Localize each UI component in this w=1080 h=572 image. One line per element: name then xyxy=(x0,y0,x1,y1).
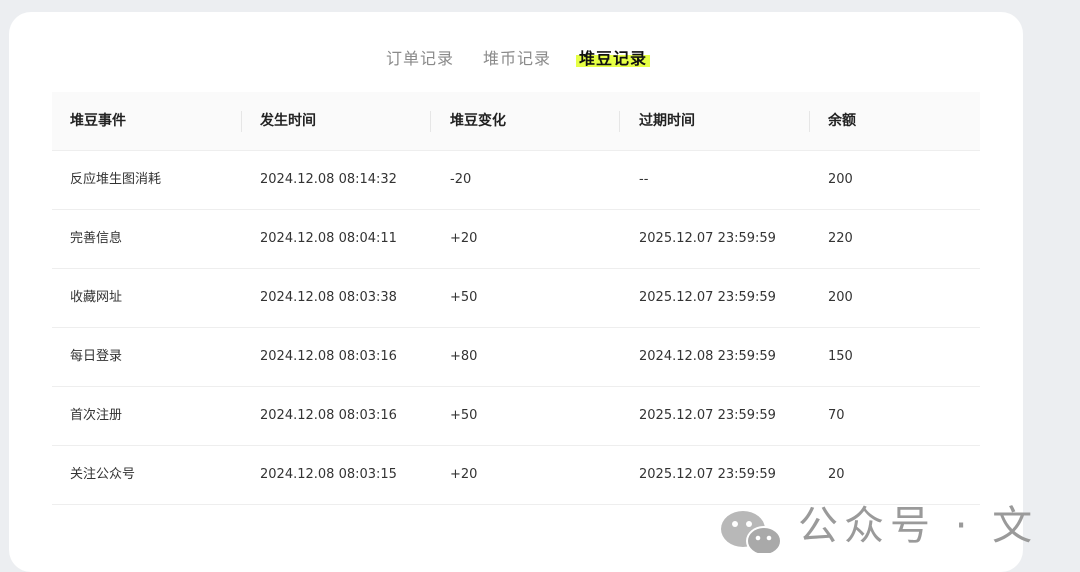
cell-expire: 2025.12.07 23:59:59 xyxy=(639,290,776,305)
cell-change: +80 xyxy=(450,349,478,364)
cell-event: 反应堆生图消耗 xyxy=(70,172,162,187)
column-divider xyxy=(619,111,620,132)
wechat-watermark: 公众号 · 文 xyxy=(716,503,1080,563)
cell-change: +20 xyxy=(450,231,478,246)
table-row: 关注公众号 2024.12.08 08:03:15 +20 2025.12.07… xyxy=(52,446,980,505)
cell-balance: 200 xyxy=(828,290,853,305)
table-header: 堆豆事件 发生时间 堆豆变化 过期时间 余额 xyxy=(52,92,980,151)
table-row: 首次注册 2024.12.08 08:03:16 +50 2025.12.07 … xyxy=(52,387,980,446)
column-header-event: 堆豆事件 xyxy=(70,113,126,129)
record-tabs: 订单记录 堆币记录 堆豆记录 xyxy=(9,46,1023,72)
cell-balance: 220 xyxy=(828,231,853,246)
column-divider xyxy=(430,111,431,132)
column-divider xyxy=(241,111,242,132)
tab-coin-records[interactable]: 堆币记录 xyxy=(483,46,551,72)
cell-balance: 70 xyxy=(828,408,845,423)
tab-bean-records[interactable]: 堆豆记录 xyxy=(576,46,651,72)
tab-order-records[interactable]: 订单记录 xyxy=(386,46,454,72)
cell-change: +50 xyxy=(450,408,478,423)
cell-time: 2024.12.08 08:03:16 xyxy=(260,349,397,364)
table-row: 反应堆生图消耗 2024.12.08 08:14:32 -20 -- 200 xyxy=(52,151,980,210)
column-divider xyxy=(809,111,810,132)
column-header-expire: 过期时间 xyxy=(639,113,695,129)
cell-balance: 200 xyxy=(828,172,853,187)
bean-records-table: 堆豆事件 发生时间 堆豆变化 过期时间 余额 反应堆生图消耗 2024.12.0… xyxy=(52,92,980,505)
cell-event: 关注公众号 xyxy=(70,467,136,482)
cell-expire: -- xyxy=(639,172,649,187)
cell-time: 2024.12.08 08:03:16 xyxy=(260,408,397,423)
cell-balance: 150 xyxy=(828,349,853,364)
cell-change: +20 xyxy=(450,467,478,482)
column-header-time: 发生时间 xyxy=(260,113,316,129)
cell-expire: 2025.12.07 23:59:59 xyxy=(639,467,776,482)
table-row: 每日登录 2024.12.08 08:03:16 +80 2024.12.08 … xyxy=(52,328,980,387)
cell-event: 完善信息 xyxy=(70,231,123,246)
cell-time: 2024.12.08 08:03:38 xyxy=(260,290,397,305)
column-header-change: 堆豆变化 xyxy=(450,113,506,129)
cell-expire: 2025.12.07 23:59:59 xyxy=(639,408,776,423)
cell-balance: 20 xyxy=(828,467,845,482)
cell-expire: 2024.12.08 23:59:59 xyxy=(639,349,776,364)
table-row: 收藏网址 2024.12.08 08:03:38 +50 2025.12.07 … xyxy=(52,269,980,328)
cell-time: 2024.12.08 08:14:32 xyxy=(260,172,397,187)
cell-change: -20 xyxy=(450,172,472,187)
table-row: 完善信息 2024.12.08 08:04:11 +20 2025.12.07 … xyxy=(52,210,980,269)
watermark-text: 公众号 · 文 xyxy=(798,503,1039,549)
cell-expire: 2025.12.07 23:59:59 xyxy=(639,231,776,246)
cell-time: 2024.12.08 08:03:15 xyxy=(260,467,397,482)
cell-change: +50 xyxy=(450,290,478,305)
cell-event: 每日登录 xyxy=(70,349,123,364)
cell-time: 2024.12.08 08:04:11 xyxy=(260,231,397,246)
wechat-icon xyxy=(721,511,782,553)
records-panel: 订单记录 堆币记录 堆豆记录 堆豆事件 发生时间 堆豆变化 过期时间 余额 反应… xyxy=(9,12,1023,572)
column-header-balance: 余额 xyxy=(828,113,856,129)
cell-event: 收藏网址 xyxy=(70,290,123,305)
cell-event: 首次注册 xyxy=(70,408,123,423)
